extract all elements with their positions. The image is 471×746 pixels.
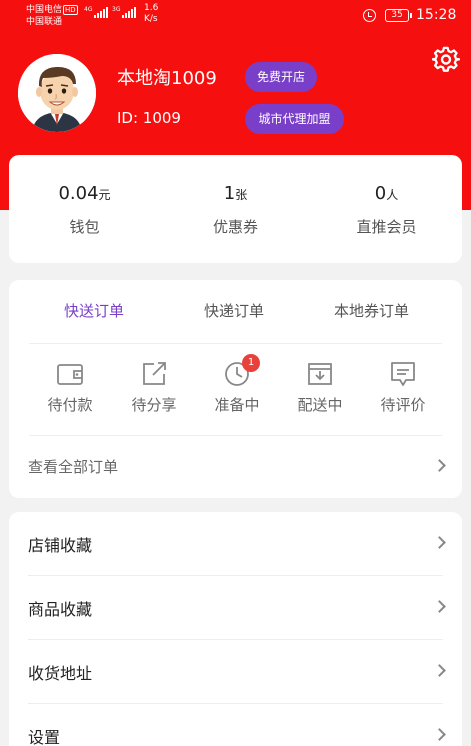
tab-local-coupon[interactable]: 本地券订单 <box>334 300 409 321</box>
menu-item-store-favorites[interactable]: 店铺收藏 <box>9 512 462 576</box>
open-store-button[interactable]: 免费开店 <box>245 62 317 92</box>
status-pending-payment[interactable]: 待付款 <box>30 360 110 415</box>
signal-icon-2: 3G <box>112 6 137 18</box>
status-pending-review[interactable]: 待评价 <box>363 360 443 415</box>
status-bar: 中国电信 HD 中国联通 4G 3G 1.6 K/s 35 15:28 <box>0 0 471 34</box>
network-type-1: 4G <box>84 6 93 13</box>
stat-coupons[interactable]: 1张 优惠券 <box>160 155 311 237</box>
share-icon <box>143 362 166 385</box>
tab-courier[interactable]: 快递订单 <box>204 300 264 321</box>
hd-badge: HD <box>63 5 78 15</box>
carrier-1: 中国电信 <box>26 5 63 15</box>
menu-item-settings[interactable]: 设置 <box>9 704 462 746</box>
stat-label: 直推会员 <box>356 218 417 236</box>
stat-value: 1 <box>223 183 236 204</box>
menu-item-shipping-address[interactable]: 收货地址 <box>9 640 462 704</box>
view-all-orders-label: 查看全部订单 <box>28 458 119 476</box>
speed-unit: K/s <box>144 14 158 24</box>
status-time: 15:28 <box>416 7 457 23</box>
menu-item-label: 设置 <box>28 728 61 746</box>
chevron-right-icon <box>433 459 446 472</box>
signal-icon: 4G <box>84 6 109 18</box>
stat-members[interactable]: 0人 直推会员 <box>311 155 462 237</box>
chevron-right-icon <box>433 536 446 549</box>
stat-value: 0.04 <box>58 183 99 204</box>
tab-express-delivery[interactable]: 快送订单 <box>64 300 124 321</box>
user-id: ID: 1009 <box>117 109 181 127</box>
status-pending-share[interactable]: 待分享 <box>114 360 194 415</box>
status-delivering[interactable]: 配送中 <box>280 360 360 415</box>
gear-icon[interactable] <box>432 46 460 74</box>
battery-icon: 35 <box>385 9 412 22</box>
menu-item-label: 收货地址 <box>28 664 93 683</box>
notification-badge: 1 <box>242 354 260 372</box>
carrier-info: 中国电信 HD 中国联通 <box>26 4 78 28</box>
stat-label: 钱包 <box>69 218 100 236</box>
menu-item-label: 店铺收藏 <box>28 536 93 555</box>
network-type-2: 3G <box>112 6 121 13</box>
stat-unit: 人 <box>386 188 399 202</box>
menu-card: 店铺收藏 商品收藏 收货地址 设置 <box>9 512 462 746</box>
status-label: 待分享 <box>131 396 177 414</box>
avatar[interactable] <box>18 54 96 132</box>
carrier-2: 中国联通 <box>26 17 63 27</box>
stat-label: 优惠券 <box>212 218 258 236</box>
city-agent-button[interactable]: 城市代理加盟 <box>245 104 344 134</box>
menu-item-label: 商品收藏 <box>28 600 93 619</box>
status-label: 待评价 <box>380 396 426 414</box>
comment-icon <box>391 362 415 386</box>
view-all-orders[interactable]: 查看全部订单 <box>9 435 462 497</box>
alarm-icon <box>363 9 376 22</box>
status-label: 配送中 <box>297 396 343 414</box>
wallet-icon <box>57 364 83 385</box>
box-icon <box>308 363 332 385</box>
chevron-right-icon <box>433 600 446 613</box>
status-preparing[interactable]: 1 准备中 <box>197 354 277 415</box>
network-speed: 1.6 K/s <box>144 3 158 25</box>
stats-card: 0.04元 钱包 1张 优惠券 0人 直推会员 <box>9 155 462 263</box>
avatar-image <box>18 54 96 132</box>
username: 本地淘1009 <box>117 68 217 89</box>
stat-unit: 张 <box>235 188 248 202</box>
orders-card: 快送订单 快递订单 本地券订单 待付款 待分享 1 准备中 配送中 待评价 查看… <box>9 280 462 498</box>
chevron-right-icon <box>433 728 446 741</box>
menu-item-product-favorites[interactable]: 商品收藏 <box>9 576 462 640</box>
stat-value: 0 <box>374 183 387 204</box>
divider <box>29 343 442 344</box>
chevron-right-icon <box>433 664 446 677</box>
stat-unit: 元 <box>98 188 111 202</box>
status-label: 准备中 <box>214 396 260 414</box>
speed-value: 1.6 <box>144 3 159 13</box>
stat-wallet[interactable]: 0.04元 钱包 <box>9 155 160 237</box>
status-label: 待付款 <box>47 396 93 414</box>
